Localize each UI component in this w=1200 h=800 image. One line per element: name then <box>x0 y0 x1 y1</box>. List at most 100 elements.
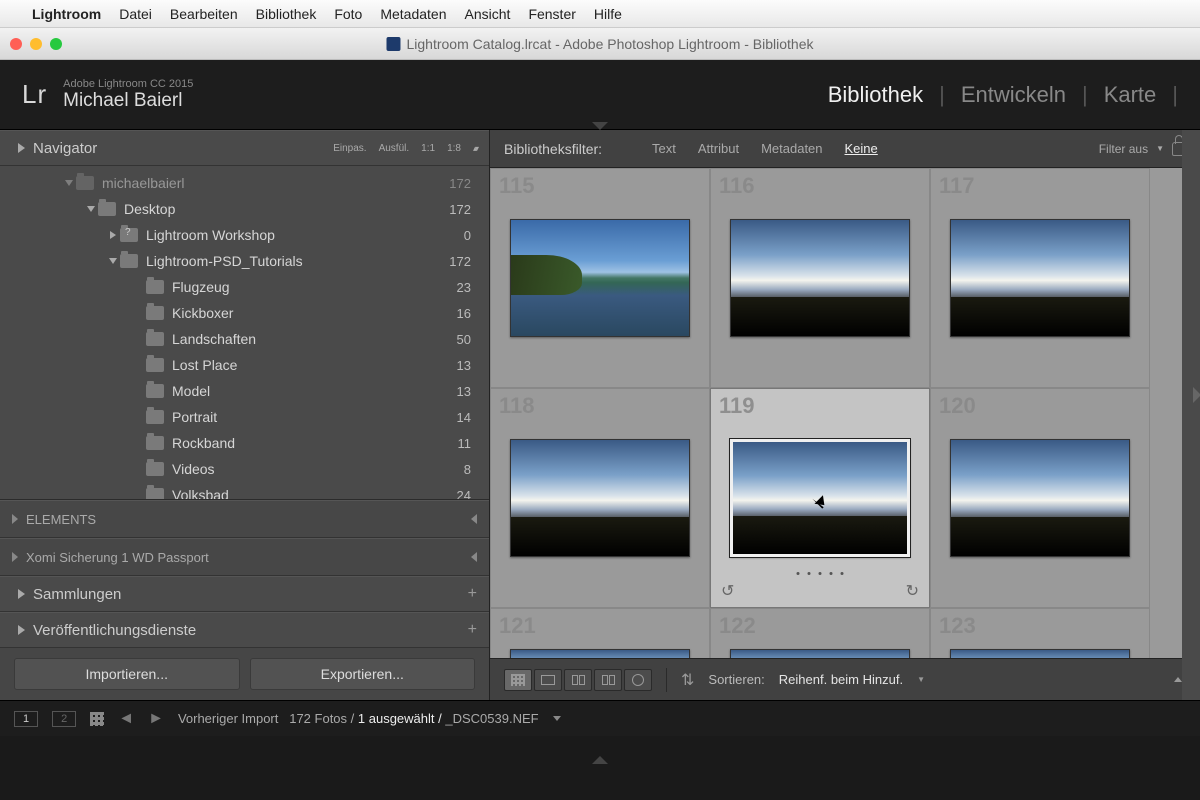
zoom-stepper-icon[interactable]: ▴▾ <box>473 144 477 153</box>
grid-cell[interactable]: 121 <box>490 608 710 658</box>
import-button[interactable]: Importieren... <box>14 658 240 690</box>
module-karte[interactable]: Karte <box>1088 82 1173 108</box>
menu-ansicht[interactable]: Ansicht <box>465 6 511 22</box>
eject-icon[interactable] <box>471 514 477 524</box>
filter-tab-keine[interactable]: Keine <box>841 139 882 158</box>
menu-foto[interactable]: Foto <box>334 6 362 22</box>
thumbnail[interactable] <box>950 439 1130 557</box>
source-label[interactable]: Vorheriger Import <box>178 711 278 726</box>
folder-icon <box>146 410 164 424</box>
grid-cell[interactable]: 119↺↻ <box>710 388 930 608</box>
folder-row[interactable]: Landschaften50 <box>0 326 489 352</box>
menu-bearbeiten[interactable]: Bearbeiten <box>170 6 238 22</box>
sort-value[interactable]: Reihenf. beim Hinzuf. <box>779 672 903 687</box>
thumbnail[interactable] <box>510 649 690 658</box>
menu-hilfe[interactable]: Hilfe <box>594 6 622 22</box>
menu-fenster[interactable]: Fenster <box>528 6 575 22</box>
module-bibliothek[interactable]: Bibliothek <box>812 82 939 108</box>
view-survey-button[interactable] <box>594 669 622 691</box>
filter-tab-attribut[interactable]: Attribut <box>694 139 743 158</box>
zoom-einpas[interactable]: Einpas. <box>333 143 366 154</box>
folder-row[interactable]: Volksbad24 <box>0 482 489 500</box>
zoom-window-icon[interactable] <box>50 38 62 50</box>
thumbnail[interactable] <box>730 649 910 658</box>
nav-fwd-icon[interactable]: ► <box>148 710 164 728</box>
thumbnail[interactable] <box>510 219 690 337</box>
grid-cell[interactable]: 118 <box>490 388 710 608</box>
device-xomi[interactable]: Xomi Sicherung 1 WD Passport <box>0 538 489 576</box>
folder-row[interactable]: Lightroom Workshop0 <box>0 222 489 248</box>
device-elements[interactable]: ELEMENTS <box>0 500 489 538</box>
folder-row[interactable]: Rockband11 <box>0 430 489 456</box>
folder-row[interactable]: Lightroom-PSD_Tutorials172 <box>0 248 489 274</box>
menu-metadaten[interactable]: Metadaten <box>380 6 446 22</box>
menu-datei[interactable]: Datei <box>119 6 152 22</box>
thumbnail[interactable] <box>730 439 910 557</box>
thumbnail[interactable] <box>950 219 1130 337</box>
right-panel-expand-icon[interactable] <box>1193 387 1200 403</box>
filter-off-label[interactable]: Filter aus <box>1099 142 1148 156</box>
navigator-header[interactable]: Navigator Einpas. Ausfül. 1:1 1:8 ▴▾ <box>0 130 489 166</box>
menu-bibliothek[interactable]: Bibliothek <box>256 6 317 22</box>
toolbar-expand-icon[interactable] <box>1174 677 1182 682</box>
rating-dots[interactable] <box>797 572 844 575</box>
publish-header[interactable]: Veröffentlichungsdienste + <box>0 612 489 648</box>
add-collection-icon[interactable]: + <box>468 585 477 603</box>
header-collapse-icon[interactable] <box>592 122 608 130</box>
zoom-ausfuel[interactable]: Ausfül. <box>379 143 410 154</box>
view-compare-button[interactable] <box>564 669 592 691</box>
folder-row[interactable]: Portrait14 <box>0 404 489 430</box>
source-dropdown-icon[interactable] <box>553 716 561 721</box>
folder-row[interactable]: Flugzeug23 <box>0 274 489 300</box>
sort-direction-icon[interactable]: ⇅ <box>681 670 694 690</box>
thumbnail[interactable] <box>510 439 690 557</box>
zoom-1-8[interactable]: 1:8 <box>447 143 461 154</box>
screen-1-button[interactable]: 1 <box>14 711 38 727</box>
minimize-window-icon[interactable] <box>30 38 42 50</box>
thumbnail[interactable] <box>950 649 1130 658</box>
folder-row[interactable]: Model13 <box>0 378 489 404</box>
screen-2-button[interactable]: 2 <box>52 711 76 727</box>
rotate-cw-icon[interactable]: ↻ <box>906 581 919 601</box>
grid-cell[interactable]: 116 <box>710 168 930 388</box>
sort-dropdown-icon[interactable]: ▼ <box>917 675 925 684</box>
folder-row[interactable]: michaelbaierl172 <box>0 170 489 196</box>
export-button[interactable]: Exportieren... <box>250 658 476 690</box>
view-people-button[interactable] <box>624 669 652 691</box>
filmstrip-bar: 1 2 ◄ ► Vorheriger Import 172 Fotos / 1 … <box>0 700 1200 736</box>
thumbnail[interactable] <box>730 219 910 337</box>
grid-cell[interactable]: 123 <box>930 608 1150 658</box>
folder-row[interactable]: Kickboxer16 <box>0 300 489 326</box>
view-loupe-button[interactable] <box>534 669 562 691</box>
disclosure-arrow-icon[interactable] <box>110 231 116 239</box>
folder-row[interactable]: Lost Place13 <box>0 352 489 378</box>
folder-row[interactable]: Desktop172 <box>0 196 489 222</box>
add-publish-icon[interactable]: + <box>468 621 477 639</box>
collections-header[interactable]: Sammlungen + <box>0 576 489 612</box>
disclosure-arrow-icon[interactable] <box>65 180 73 186</box>
module-entwickeln[interactable]: Entwickeln <box>945 82 1082 108</box>
rotate-ccw-icon[interactable]: ↺ <box>721 581 734 601</box>
grid-cell[interactable]: 115 <box>490 168 710 388</box>
view-grid-button[interactable] <box>504 669 532 691</box>
filter-tab-metadaten[interactable]: Metadaten <box>757 139 826 158</box>
thumbnail-grid[interactable]: 115116117118119↺↻120121122123 <box>490 168 1200 658</box>
jump-grid-icon[interactable] <box>90 712 104 726</box>
filmstrip-collapse-icon[interactable] <box>592 756 608 764</box>
grid-cell[interactable]: 117 <box>930 168 1150 388</box>
folder-label: Videos <box>172 461 464 477</box>
window-titlebar: Lightroom Catalog.lrcat - Adobe Photosho… <box>0 28 1200 60</box>
grid-cell[interactable]: 122 <box>710 608 930 658</box>
disclosure-arrow-icon[interactable] <box>87 206 95 212</box>
zoom-1-1[interactable]: 1:1 <box>421 143 435 154</box>
close-window-icon[interactable] <box>10 38 22 50</box>
menubar-app[interactable]: Lightroom <box>32 6 101 22</box>
grid-cell[interactable]: 120 <box>930 388 1150 608</box>
nav-back-icon[interactable]: ◄ <box>118 710 134 728</box>
grid-toolbar: ⇅ Sortieren: Reihenf. beim Hinzuf. ▼ <box>490 658 1200 700</box>
filter-tab-text[interactable]: Text <box>648 139 680 158</box>
disclosure-arrow-icon[interactable] <box>109 258 117 264</box>
eject-icon[interactable] <box>471 552 477 562</box>
folder-row[interactable]: Videos8 <box>0 456 489 482</box>
filter-dropdown-icon[interactable]: ▼ <box>1156 144 1164 153</box>
